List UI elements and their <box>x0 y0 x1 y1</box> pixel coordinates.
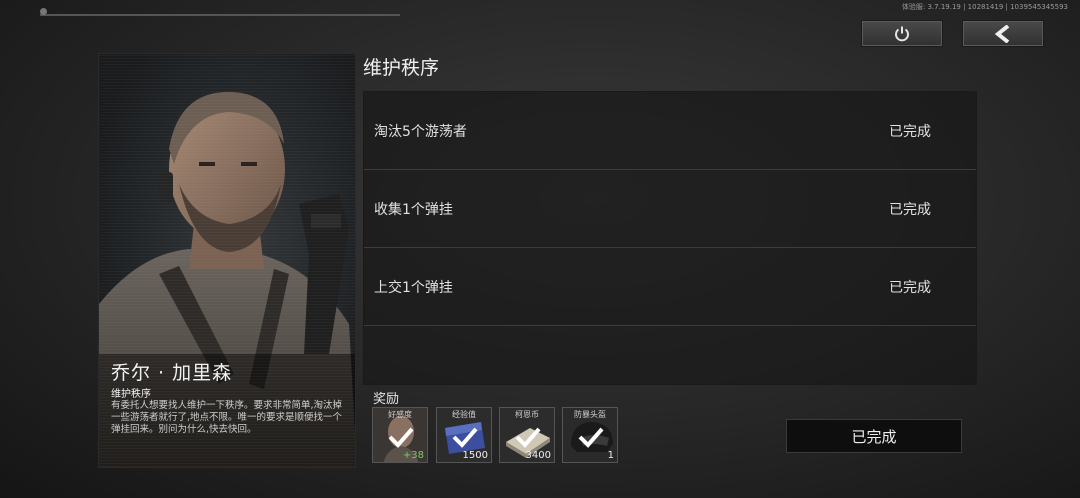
reward-currency[interactable]: 柯恩币 3400 <box>499 407 555 463</box>
quest-type-label: 维护秩序 <box>111 389 151 400</box>
task-row: 收集1个弹挂 已完成 <box>364 170 976 248</box>
power-icon <box>895 26 909 41</box>
rewards-label: 奖励 <box>373 392 400 407</box>
task-row: 淘汰5个游荡者 已完成 <box>364 92 976 170</box>
reward-quantity: 1 <box>607 450 614 461</box>
version-text: 体验服: 3.7.19.19 | 10281419 | 103954534559… <box>901 3 1068 11</box>
reward-quantity: 3400 <box>525 450 551 461</box>
check-icon <box>578 427 604 448</box>
task-row: 上交1个弹挂 已完成 <box>364 248 976 326</box>
complete-button[interactable]: 已完成 <box>786 419 962 453</box>
reward-helmet[interactable]: 防暴头盔 1 <box>562 407 618 463</box>
arrow-left-icon <box>994 24 1010 43</box>
reward-name: 好感度 <box>388 410 412 419</box>
task-status: 已完成 <box>889 202 931 218</box>
npc-portrait-panel: 乔尔 · 加里森 维护秩序 有委托人想要找人维护一下秩序。要求非常简单,淘汰掉一… <box>98 53 356 468</box>
task-label: 淘汰5个游荡者 <box>374 124 467 140</box>
reward-name: 柯恩币 <box>515 410 539 419</box>
task-list: 淘汰5个游荡者 已完成 收集1个弹挂 已完成 上交1个弹挂 已完成 <box>363 91 977 385</box>
reward-name: 经验值 <box>452 410 476 419</box>
check-icon <box>515 427 541 448</box>
top-decor-dot <box>40 8 47 15</box>
quest-title: 维护秩序 <box>363 57 440 79</box>
task-label: 上交1个弹挂 <box>374 280 453 296</box>
check-icon <box>452 427 478 448</box>
reward-name: 防暴头盔 <box>574 410 606 419</box>
task-label: 收集1个弹挂 <box>374 202 453 218</box>
check-icon <box>388 427 414 448</box>
power-button[interactable] <box>861 20 943 47</box>
quest-description: 有委托人想要找人维护一下秩序。要求非常简单,淘汰掉一些游荡者就行了,地点不限。唯… <box>111 400 343 435</box>
reward-experience[interactable]: 经验值 1500 <box>436 407 492 463</box>
back-button[interactable] <box>962 20 1044 47</box>
task-status: 已完成 <box>889 280 931 296</box>
reward-quantity: 1500 <box>462 450 488 461</box>
reward-favor[interactable]: 好感度 +38 <box>372 407 428 463</box>
top-decor-line <box>40 14 400 16</box>
reward-quantity: +38 <box>402 450 424 461</box>
npc-name: 乔尔 · 加里森 <box>111 362 233 384</box>
task-status: 已完成 <box>889 124 931 140</box>
